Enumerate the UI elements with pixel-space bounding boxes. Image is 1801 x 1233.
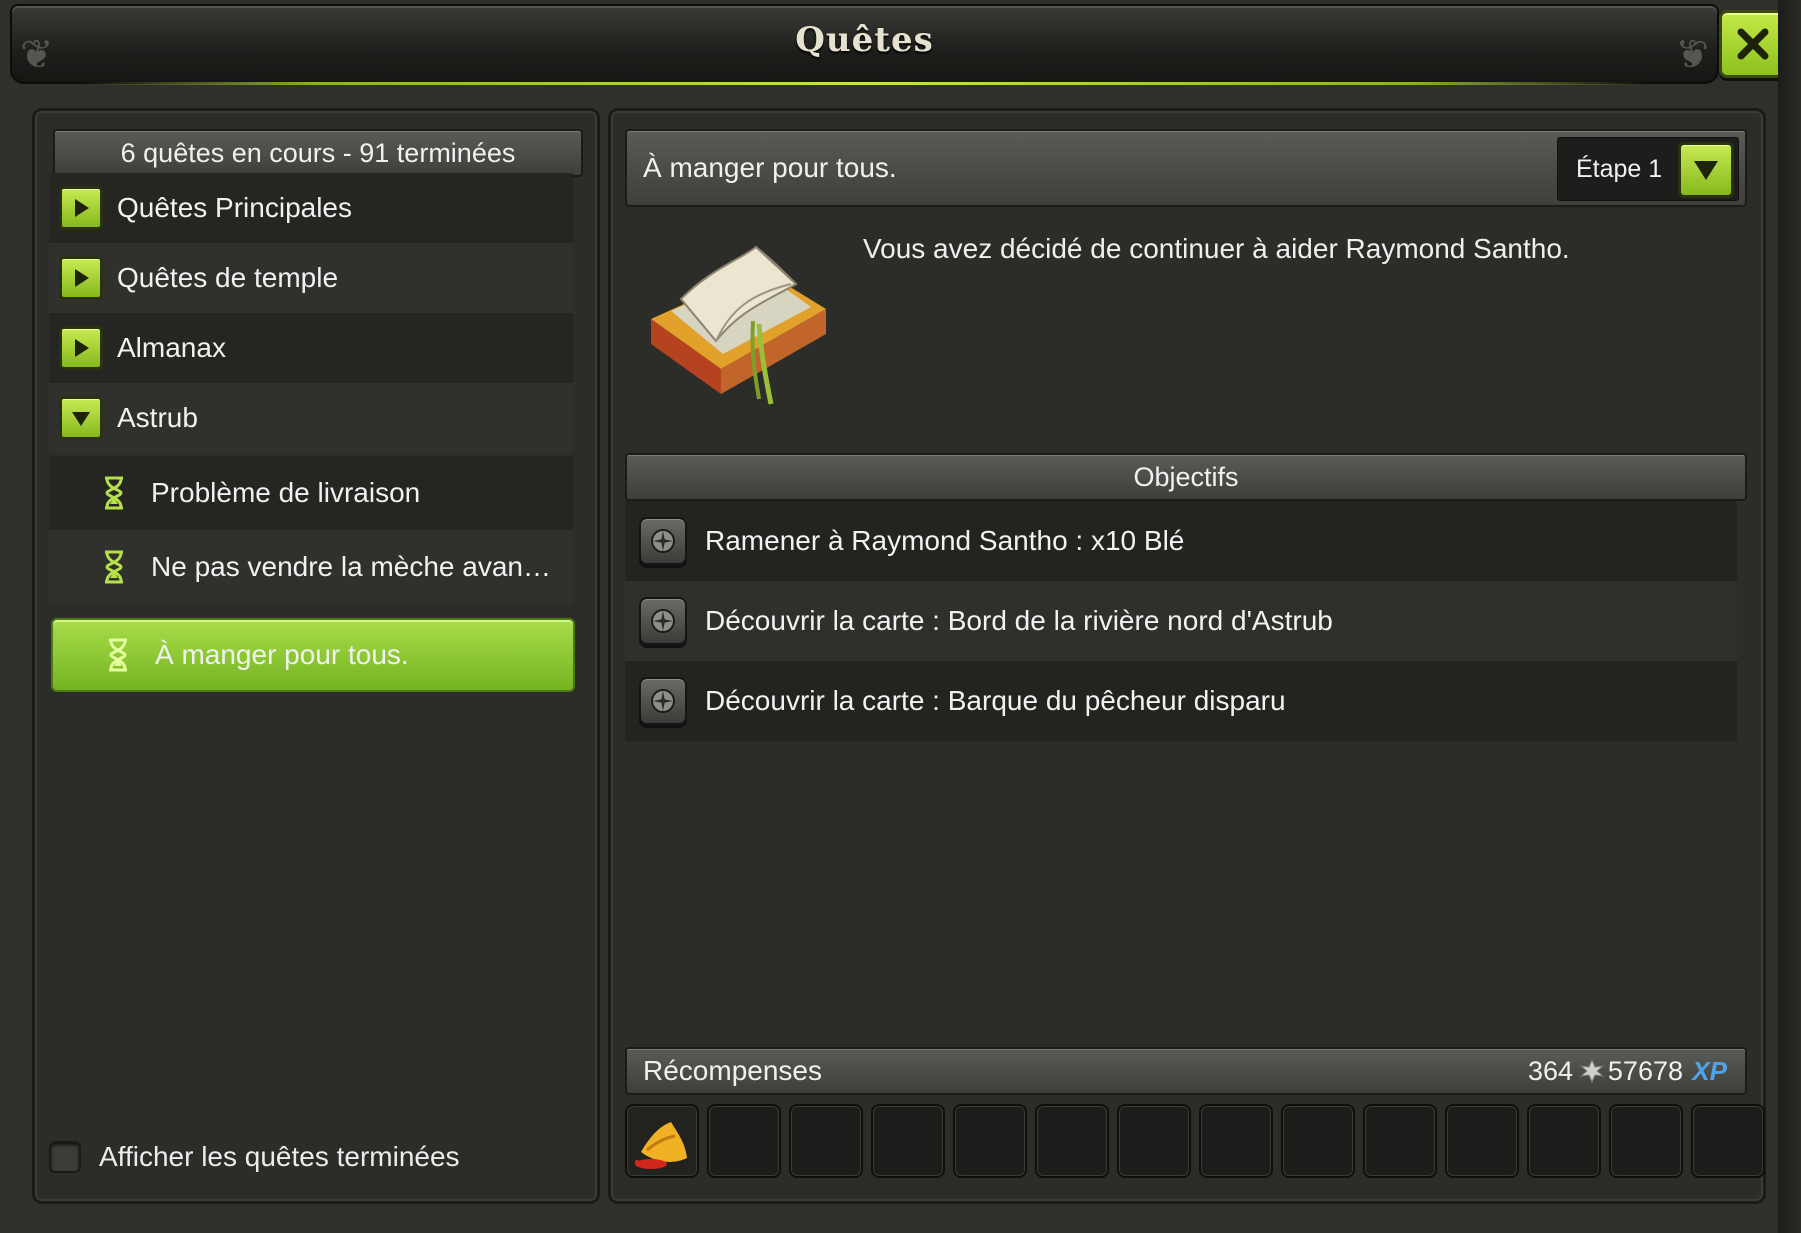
window-title: Quêtes (795, 20, 934, 60)
category-almanax[interactable]: Almanax (49, 313, 573, 383)
category-label: Almanax (117, 332, 226, 363)
quest-list-panel: 6 quêtes en cours - 91 terminées Quêtes … (32, 108, 600, 1204)
ornament-icon: ❦ (1675, 33, 1709, 77)
quest-item[interactable]: Ne pas vendre la mèche avan… (49, 530, 573, 604)
objective-row[interactable]: Découvrir la carte : Bord de la rivière … (625, 581, 1737, 661)
objectives-header: Objectifs (625, 453, 1747, 501)
kama-icon (1579, 1058, 1605, 1084)
category-astrub[interactable]: Astrub (49, 383, 573, 453)
reward-item-icon (635, 1122, 687, 1169)
quests-window: ❦ Quêtes ❦ 6 quêtes en cours - 91 termin… (0, 0, 1801, 1233)
reward-slot[interactable] (1281, 1104, 1355, 1178)
quest-detail-panel: À manger pour tous. Étape 1 Vous avez dé… (608, 108, 1766, 1204)
xp-amount: 57678 (1607, 1056, 1683, 1086)
close-icon (1737, 28, 1769, 60)
expand-arrow-icon[interactable] (59, 256, 103, 300)
quest-title: À manger pour tous. (643, 152, 897, 183)
show-finished-toggle[interactable]: Afficher les quêtes terminées (49, 1141, 460, 1173)
window-edge (1778, 0, 1801, 1233)
quest-item[interactable]: Problème de livraison (49, 456, 573, 530)
quest-book-icon (651, 245, 826, 405)
reward-slot[interactable] (1117, 1104, 1191, 1178)
reward-slot[interactable] (625, 1104, 699, 1178)
show-finished-checkbox[interactable] (49, 1141, 81, 1173)
quest-item-selected[interactable]: À manger pour tous. (51, 618, 575, 692)
reward-slot[interactable] (1445, 1104, 1519, 1178)
reward-slot[interactable] (707, 1104, 781, 1178)
quest-header: À manger pour tous. Étape 1 (625, 129, 1747, 207)
category-temple-quests[interactable]: Quêtes de temple (49, 243, 573, 313)
objective-row[interactable]: Découvrir la carte : Barque du pêcheur d… (625, 661, 1737, 741)
reward-slots (625, 1104, 1765, 1178)
collapse-arrow-icon[interactable] (59, 396, 103, 440)
quest-label: À manger pour tous. (155, 639, 409, 670)
objective-label: Découvrir la carte : Bord de la rivière … (705, 605, 1333, 636)
category-label: Quêtes de temple (117, 262, 339, 293)
step-selector[interactable]: Étape 1 (1557, 137, 1739, 201)
rewards-header: Récompenses 364 57678 XP (625, 1047, 1747, 1095)
reward-slot[interactable] (1363, 1104, 1437, 1178)
show-finished-label: Afficher les quêtes terminées (99, 1141, 460, 1172)
compass-icon[interactable] (639, 597, 687, 645)
reward-slot[interactable] (1609, 1104, 1683, 1178)
reward-slot[interactable] (1691, 1104, 1765, 1178)
category-label: Quêtes Principales (117, 192, 353, 223)
compass-icon[interactable] (639, 517, 687, 565)
quest-description: Vous avez décidé de continuer à aider Ra… (863, 233, 1570, 264)
compass-icon[interactable] (639, 677, 687, 725)
expand-arrow-icon[interactable] (59, 326, 103, 370)
hourglass-icon (97, 476, 131, 510)
reward-slot[interactable] (953, 1104, 1027, 1178)
kamas-amount: 364 (1527, 1056, 1573, 1086)
reward-slot[interactable] (871, 1104, 945, 1178)
reward-slot[interactable] (1199, 1104, 1273, 1178)
quest-label: Ne pas vendre la mèche avan… (151, 551, 551, 582)
hourglass-icon (97, 550, 131, 584)
reward-slot[interactable] (1035, 1104, 1109, 1178)
category-main-quests[interactable]: Quêtes Principales (49, 173, 573, 243)
close-button[interactable] (1719, 10, 1787, 78)
objective-row[interactable]: Ramener à Raymond Santho : x10 Blé (625, 501, 1737, 581)
step-dropdown-button[interactable] (1678, 142, 1734, 198)
category-label: Astrub (117, 402, 198, 433)
objective-label: Ramener à Raymond Santho : x10 Blé (705, 525, 1185, 556)
xp-badge: XP (1692, 1056, 1727, 1086)
reward-slot[interactable] (789, 1104, 863, 1178)
quest-summary: 6 quêtes en cours - 91 terminées (53, 129, 583, 177)
objective-label: Découvrir la carte : Barque du pêcheur d… (705, 685, 1286, 716)
reward-slot[interactable] (1527, 1104, 1601, 1178)
step-label: Étape 1 (1576, 155, 1663, 183)
rewards-label: Récompenses (643, 1055, 822, 1086)
quest-label: Problème de livraison (151, 477, 421, 508)
hourglass-icon (101, 638, 135, 672)
chevron-down-icon (1694, 161, 1718, 180)
title-bar[interactable]: ❦ Quêtes ❦ (10, 4, 1719, 85)
expand-arrow-icon[interactable] (59, 186, 103, 230)
